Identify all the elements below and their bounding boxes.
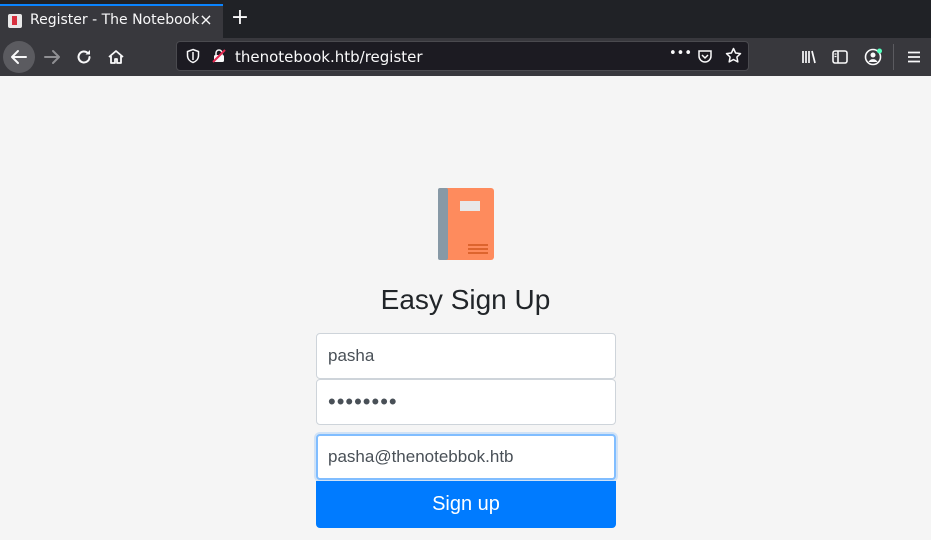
bookmark-favicon-icon — [8, 14, 22, 28]
forward-icon[interactable] — [36, 41, 68, 73]
library-icon[interactable] — [793, 41, 825, 73]
close-tab-icon[interactable]: × — [196, 10, 216, 30]
tab-title: Register - The Notebook — [30, 12, 200, 28]
tab-register[interactable]: Register - The Notebook × — [0, 4, 223, 38]
pocket-icon[interactable] — [697, 48, 713, 68]
notebook-logo-icon — [438, 188, 494, 260]
sign-up-button[interactable]: Sign up — [316, 481, 616, 528]
toolbar-divider — [893, 44, 894, 70]
home-icon[interactable] — [100, 41, 132, 73]
menu-icon[interactable] — [898, 41, 930, 73]
tab-strip: Register - The Notebook × + — [0, 0, 931, 38]
url-text[interactable]: thenotebook.htb/register — [235, 48, 423, 66]
reload-icon[interactable] — [68, 41, 100, 73]
page-title: Easy Sign Up — [380, 284, 551, 315]
page-actions-icon[interactable]: ••• — [669, 46, 692, 61]
insecure-lock-icon[interactable] — [211, 48, 227, 68]
account-icon[interactable] — [857, 41, 889, 73]
tracking-shield-icon[interactable] — [185, 48, 201, 68]
back-icon[interactable] — [3, 41, 35, 73]
sidebar-icon[interactable] — [824, 41, 856, 73]
password-input[interactable]: •••••••• — [316, 379, 616, 425]
username-input[interactable]: pasha — [316, 333, 616, 379]
new-tab-icon[interactable]: + — [229, 7, 251, 29]
bookmark-star-icon[interactable] — [725, 47, 742, 68]
email-input[interactable]: pasha@thenotebbok.htb — [316, 434, 616, 480]
address-bar[interactable]: thenotebook.htb/register ••• — [176, 41, 749, 71]
navigation-toolbar: thenotebook.htb/register ••• — [0, 38, 931, 76]
